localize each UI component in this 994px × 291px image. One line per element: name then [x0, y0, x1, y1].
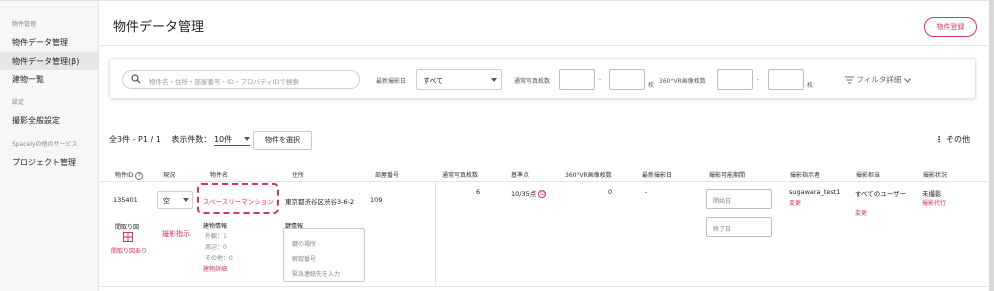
sidebar-section-settings: 設定 — [12, 99, 25, 106]
building-info-surrounding: 周辺：0 — [205, 244, 227, 251]
th-name: 物件名 — [210, 172, 229, 179]
cell-instructor: sugawara_test1 — [789, 188, 841, 196]
th-assignee: 撮影担当 — [856, 172, 881, 179]
status-value: 空 — [163, 197, 170, 205]
kebab-icon: ⋮ — [935, 135, 943, 144]
face-icon: ☺ — [538, 190, 547, 198]
select-properties-button[interactable]: 物件を選択 — [253, 131, 312, 150]
cell-assignee: すべてのユーザー — [855, 190, 907, 198]
sidebar: 物件管理 物件データ管理 物件データ管理(β) 建物一覧 設定 撮影全般設定 S… — [0, 1, 99, 291]
per-page-value: 10件 — [213, 135, 233, 144]
vr-count-label: 360°VR画像枚数 — [659, 78, 706, 85]
normal-photo-label: 通常写真枚数 — [514, 78, 551, 85]
sidebar-section-property: 物件管理 — [12, 21, 37, 28]
sidebar-item-shoot-settings[interactable]: 撮影全般設定 — [12, 115, 60, 126]
sidebar-item-property-data[interactable]: 物件データ管理 — [12, 37, 68, 48]
latest-date-value: すべて — [423, 77, 444, 85]
th-period: 撮影可能期間 — [709, 172, 746, 179]
search-placeholder: 物件名・住所・部屋番号・ID・プロパティIDで検索 — [149, 78, 299, 86]
header-divider — [99, 45, 990, 46]
normal-photo-max-input[interactable] — [609, 69, 645, 90]
start-date-input[interactable]: 開始日 — [706, 189, 772, 209]
status-select[interactable]: 空 — [157, 191, 193, 209]
scrollbar[interactable] — [990, 0, 994, 291]
start-date-placeholder: 開始日 — [713, 198, 732, 205]
table-row-divider — [99, 286, 990, 287]
sidebar-section-other-services: Spacelyの他のサービス — [12, 141, 78, 148]
chevron-down-icon — [903, 77, 911, 83]
cell-latest-date: - — [645, 188, 648, 196]
table-header-divider — [99, 181, 990, 182]
building-info-other: その他：0 — [205, 255, 233, 262]
cell-room: 109 — [370, 196, 383, 204]
cell-reference: 10/35点 ☺ — [511, 190, 547, 198]
filter-icon — [845, 76, 854, 84]
assignee-change-link[interactable]: 変更 — [855, 208, 867, 217]
shoot-instruction-link[interactable]: 撮影指示 — [162, 229, 190, 239]
building-detail-link[interactable]: 建物詳細 — [203, 264, 227, 273]
th-latest-date: 最新撮影日 — [642, 172, 673, 179]
th-status: 現況 — [163, 172, 176, 179]
main-content: 物件データ管理 物件登録 物件名・住所・部屋番号・ID・プロパティIDで検索 最… — [99, 1, 990, 291]
sidebar-item-buildings[interactable]: 建物一覧 — [12, 74, 44, 85]
cell-shoot-status: 未撮影 — [922, 190, 942, 198]
filter-detail-label: フィルタ詳細 — [856, 75, 902, 84]
cell-normal-photos: 6 — [476, 188, 481, 196]
sidebar-item-projects[interactable]: プロジェクト管理 — [12, 157, 76, 168]
filter-panel: 物件名・住所・部屋番号・ID・プロパティIDで検索 最新撮影日 すべて 通常写真… — [109, 58, 976, 99]
th-instructor: 撮影指示者 — [790, 172, 821, 179]
range-dash-2: - — [757, 76, 760, 83]
unit-sheets: 枚 — [648, 82, 655, 89]
result-summary: 全3件 - P1 / 1 — [109, 135, 161, 144]
unlock-number-placeholder: 解錠番号 — [292, 256, 317, 263]
vr-min-input[interactable] — [717, 69, 753, 90]
normal-photo-min-input[interactable] — [559, 69, 595, 90]
more-menu[interactable]: ⋮ その他 — [935, 134, 970, 145]
shoot-proxy-link[interactable]: 撮影代行 — [922, 198, 946, 207]
more-label: その他 — [946, 135, 970, 144]
building-info-exterior: 外観：1 — [205, 233, 227, 240]
th-property-id: 物件ID ? — [115, 170, 144, 180]
register-property-button[interactable]: 物件登録 — [924, 17, 977, 37]
chevron-down-icon — [491, 78, 497, 82]
th-room: 部屋番号 — [375, 172, 400, 179]
building-info-title: 建物情報 — [203, 223, 228, 230]
search-icon — [131, 74, 141, 84]
unit-sheets-2: 枚 — [807, 82, 814, 89]
th-shoot-status: 撮影状況 — [923, 172, 948, 179]
latest-date-label: 最新撮影日 — [376, 78, 407, 85]
end-date-placeholder: 終了日 — [713, 226, 732, 233]
floor-plan-label: 間取り図 — [115, 224, 140, 231]
app-window: 物件管理 物件データ管理 物件データ管理(β) 建物一覧 設定 撮影全般設定 S… — [0, 0, 990, 291]
per-page-label: 表示件数： — [171, 135, 212, 144]
list-controls: 全3件 - P1 / 1 表示件数： 10件 — [109, 134, 250, 146]
th-vr-count: 360°VR画像枚数 — [565, 172, 612, 179]
filter-detail-toggle[interactable]: フィルタ詳細 — [845, 74, 911, 85]
floor-plan-icon[interactable] — [123, 232, 133, 242]
th-address: 住所 — [292, 172, 305, 179]
page-title: 物件データ管理 — [113, 20, 205, 35]
sidebar-item-property-data-beta[interactable]: 物件データ管理(β) — [12, 56, 79, 67]
cell-vr-count: 0 — [608, 188, 613, 196]
key-location-placeholder: 鍵の場所 — [292, 241, 317, 248]
instructor-change-link[interactable]: 変更 — [789, 198, 801, 207]
cell-address: 東京都渋谷区渋谷3-6-2 — [285, 198, 355, 206]
emergency-contact-placeholder: 緊急連絡先を入力 — [292, 271, 341, 278]
cell-property-id: 135401 — [113, 196, 138, 204]
th-reference: 基準点 — [511, 172, 530, 179]
per-page-select[interactable]: 10件 — [213, 134, 250, 146]
search-input[interactable]: 物件名・住所・部屋番号・ID・プロパティIDで検索 — [122, 70, 360, 89]
column-divider — [435, 181, 436, 286]
chevron-down-icon — [183, 198, 189, 202]
help-icon[interactable]: ? — [135, 171, 144, 180]
th-normal-photos: 通常写真枚数 — [442, 172, 479, 179]
latest-date-select[interactable]: すべて — [416, 69, 502, 90]
end-date-input[interactable]: 終了日 — [706, 217, 772, 237]
range-dash: - — [599, 76, 602, 83]
vr-max-input[interactable] — [768, 69, 804, 90]
cell-property-name[interactable]: スペースリーマンション — [203, 196, 274, 206]
chevron-down-icon — [243, 137, 250, 141]
key-info-textarea[interactable]: 鍵の場所 解錠番号 緊急連絡先を入力 — [283, 228, 365, 282]
floor-plan-status[interactable]: 間取り図あり — [111, 246, 147, 255]
